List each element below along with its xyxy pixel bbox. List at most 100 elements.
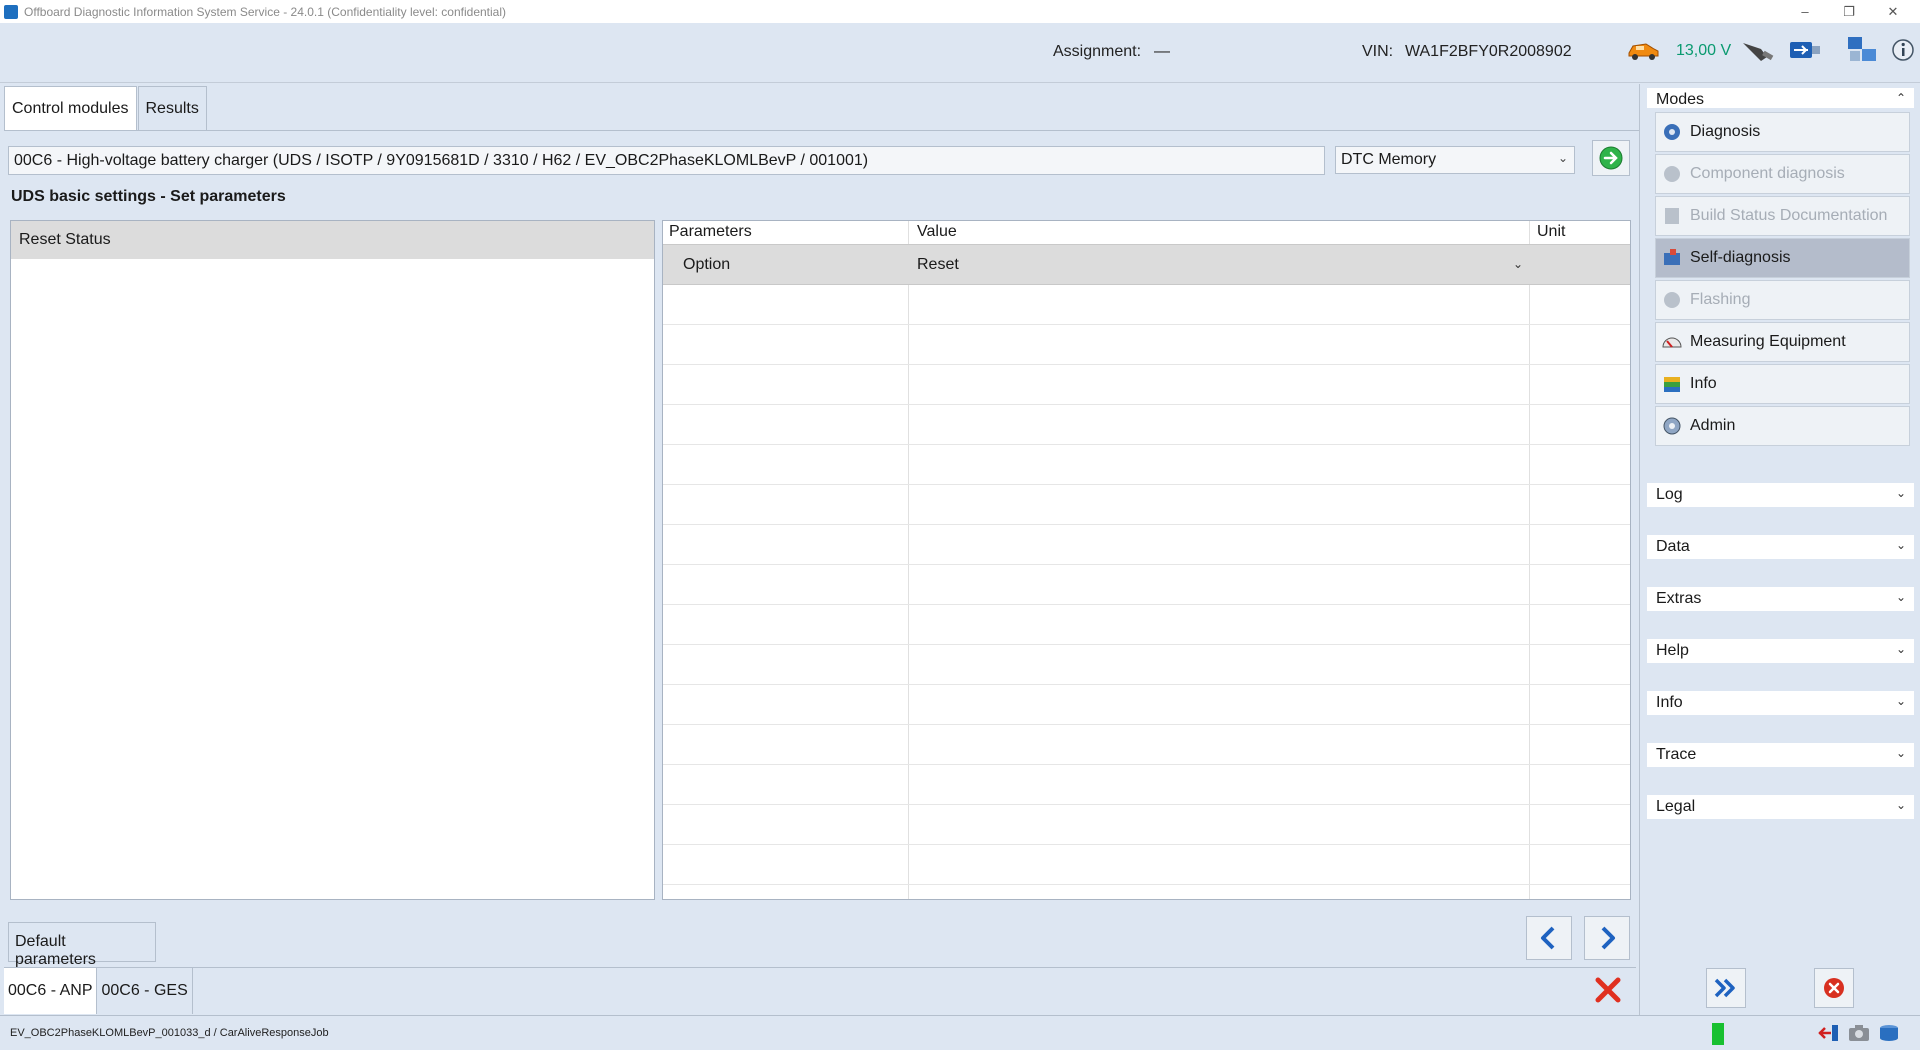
table-row <box>663 685 1630 725</box>
right-panel: Modes ⌃ Diagnosis Component diagnosis Bu… <box>1643 84 1920 1015</box>
parameter-value-select[interactable]: Reset <box>917 256 959 274</box>
connection-status-indicator <box>1712 1023 1724 1045</box>
section-legal-header[interactable]: Legal ⌄ <box>1647 795 1914 819</box>
car-icon[interactable] <box>1626 35 1660 65</box>
section-extras-header[interactable]: Extras ⌄ <box>1647 587 1914 611</box>
table-row <box>663 725 1630 765</box>
table-row <box>663 445 1630 485</box>
vin-label: VIN: <box>1362 43 1394 60</box>
view-select-value: DTC Memory <box>1341 151 1437 168</box>
tab-module-anp[interactable]: 00C6 - ANP <box>4 968 98 1014</box>
basic-settings-list: Reset Status <box>10 220 655 900</box>
default-parameters-button[interactable]: Default parameters <box>8 922 156 968</box>
mode-build-status-button[interactable]: Build Status Documentation <box>1655 196 1910 236</box>
view-select[interactable]: DTC Memory ⌄ <box>1335 146 1575 174</box>
admin-gear-icon <box>1660 414 1684 438</box>
usb-icon[interactable] <box>1788 35 1822 65</box>
section-trace-header[interactable]: Trace ⌄ <box>1647 743 1914 767</box>
assignment-label: Assignment: <box>1053 43 1142 60</box>
mode-component-diagnosis-button[interactable]: Component diagnosis <box>1655 154 1910 194</box>
mode-diagnosis-button[interactable]: Diagnosis <box>1655 112 1910 152</box>
chevron-down-icon: ⌄ <box>1895 798 1906 812</box>
go-arrow-icon <box>1599 146 1623 170</box>
window-title: Offboard Diagnostic Information System S… <box>24 4 507 19</box>
table-row <box>663 285 1630 325</box>
previous-button[interactable] <box>1526 916 1572 960</box>
mode-label: Self-diagnosis <box>1690 249 1791 266</box>
tab-divider <box>4 130 1639 131</box>
wrench-icon <box>1660 162 1684 186</box>
close-window-button[interactable]: ✕ <box>1871 0 1915 23</box>
section-label: Help <box>1656 642 1689 659</box>
chevron-down-icon[interactable]: ⌄ <box>1513 257 1523 271</box>
column-header-unit: Unit <box>1537 223 1566 240</box>
section-data-header[interactable]: Data ⌄ <box>1647 535 1914 559</box>
info-icon[interactable] <box>1886 35 1920 65</box>
app-icon <box>4 4 18 19</box>
vin-value: WA1F2BFY0R2008902 <box>1405 43 1572 60</box>
double-chevron-right-icon <box>1714 978 1735 998</box>
forward-button[interactable] <box>1706 968 1746 1008</box>
mode-measuring-equipment-button[interactable]: Measuring Equipment <box>1655 322 1910 362</box>
self-diagnosis-icon <box>1660 246 1684 270</box>
modes-list: Diagnosis Component diagnosis Build Stat… <box>1647 108 1914 448</box>
chevron-up-icon: ⌃ <box>1895 91 1906 105</box>
chevron-down-icon: ⌄ <box>1557 151 1568 165</box>
voltage-readout: 13,00 V <box>1676 42 1732 59</box>
exit-icon[interactable] <box>1816 1021 1842 1045</box>
window-titlebar: Offboard Diagnostic Information System S… <box>0 0 1920 23</box>
status-text: EV_OBC2PhaseKLOMLBevP_001033_d / CarAliv… <box>10 1027 329 1039</box>
mode-info-button[interactable]: Info <box>1655 364 1910 404</box>
table-row <box>663 765 1630 805</box>
main-panel: Control modules Results 00C6 - High-volt… <box>0 84 1640 1015</box>
chevron-down-icon: ⌄ <box>1895 746 1906 760</box>
arrow-right-icon <box>1601 926 1615 950</box>
table-row[interactable]: Option Reset ⌄ <box>663 245 1630 285</box>
table-row <box>663 405 1630 445</box>
mode-self-diagnosis-button[interactable]: Self-diagnosis <box>1655 238 1910 278</box>
tab-results[interactable]: Results <box>137 86 207 130</box>
table-row <box>663 325 1630 365</box>
section-info-header[interactable]: Info ⌄ <box>1647 691 1914 715</box>
section-label: Legal <box>1656 798 1696 815</box>
minimize-button[interactable]: – <box>1783 0 1827 23</box>
plug-icon[interactable] <box>1741 35 1775 65</box>
network-icon[interactable] <box>1846 35 1880 65</box>
cancel-button[interactable] <box>1814 968 1854 1008</box>
table-row <box>663 485 1630 525</box>
section-title: UDS basic settings - Set parameters <box>11 188 286 205</box>
table-row <box>663 605 1630 645</box>
mode-flashing-button[interactable]: Flashing <box>1655 280 1910 320</box>
list-item[interactable]: Reset Status <box>11 221 654 259</box>
chevron-down-icon: ⌄ <box>1895 538 1906 552</box>
mode-label: Component diagnosis <box>1690 165 1845 182</box>
tab-control-modules[interactable]: Control modules <box>4 86 137 130</box>
close-tab-button[interactable] <box>1590 972 1626 1008</box>
assignment-value: — <box>1154 43 1170 60</box>
column-header-value: Value <box>917 223 957 240</box>
modes-title: Modes <box>1656 91 1705 108</box>
table-row <box>663 885 1630 899</box>
tab-module-ges[interactable]: 00C6 - GES <box>97 968 193 1014</box>
mode-label: Info <box>1690 375 1717 392</box>
chevron-down-icon: ⌄ <box>1895 590 1906 604</box>
module-tabs: 00C6 - ANP 00C6 - GES <box>4 967 1636 1014</box>
mode-label: Measuring Equipment <box>1690 333 1846 350</box>
table-row <box>663 845 1630 885</box>
go-button[interactable] <box>1592 140 1630 176</box>
next-button[interactable] <box>1584 916 1630 960</box>
section-help-header[interactable]: Help ⌄ <box>1647 639 1914 663</box>
parameters-table: Parameters Value Unit Option Reset ⌄ <box>662 220 1631 900</box>
table-row <box>663 525 1630 565</box>
mode-admin-button[interactable]: Admin <box>1655 406 1910 446</box>
flash-icon <box>1660 288 1684 312</box>
section-log-header[interactable]: Log ⌄ <box>1647 483 1914 507</box>
document-icon <box>1660 204 1684 228</box>
database-icon[interactable] <box>1876 1021 1902 1045</box>
arrow-left-icon <box>1541 926 1555 950</box>
restore-button[interactable]: ❐ <box>1827 0 1871 23</box>
table-header: Parameters Value Unit <box>663 221 1630 245</box>
status-bar: EV_OBC2PhaseKLOMLBevP_001033_d / CarAliv… <box>0 1015 1920 1050</box>
column-header-parameters: Parameters <box>669 223 752 240</box>
camera-icon[interactable] <box>1846 1021 1872 1045</box>
